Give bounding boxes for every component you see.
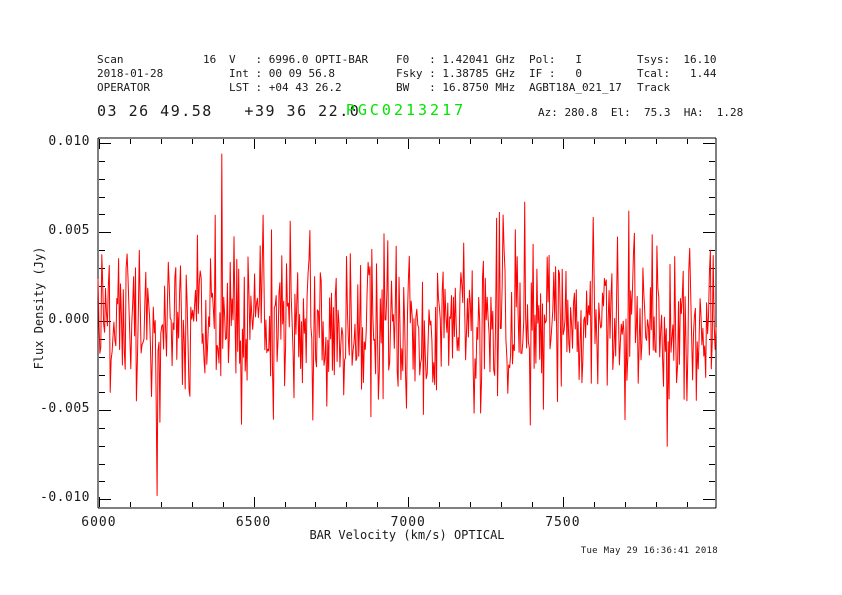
spectrum-trace — [98, 154, 716, 496]
x-tick-label: 7000 — [391, 516, 426, 530]
gbtidl-plotter-window: Scan 16 2018-01-28 OPERATOR V : 6996.0 O… — [0, 0, 842, 595]
x-tick-label: 7500 — [545, 516, 580, 530]
spectrum-plot — [0, 0, 842, 595]
plot-timestamp: Tue May 29 16:36:41 2018 — [581, 546, 718, 556]
x-tick-label: 6000 — [81, 516, 116, 530]
y-tick-label: 0.010 — [16, 135, 90, 149]
y-tick-label: -0.010 — [16, 491, 90, 505]
y-tick-label: 0.005 — [16, 224, 90, 238]
y-tick-label: 0.000 — [16, 313, 90, 327]
x-tick-label: 6500 — [236, 516, 271, 530]
x-axis-title: BAR Velocity (km/s) OPTICAL — [309, 528, 504, 542]
y-axis-title: Flux Density (Jy) — [32, 247, 46, 370]
y-tick-label: -0.005 — [16, 402, 90, 416]
